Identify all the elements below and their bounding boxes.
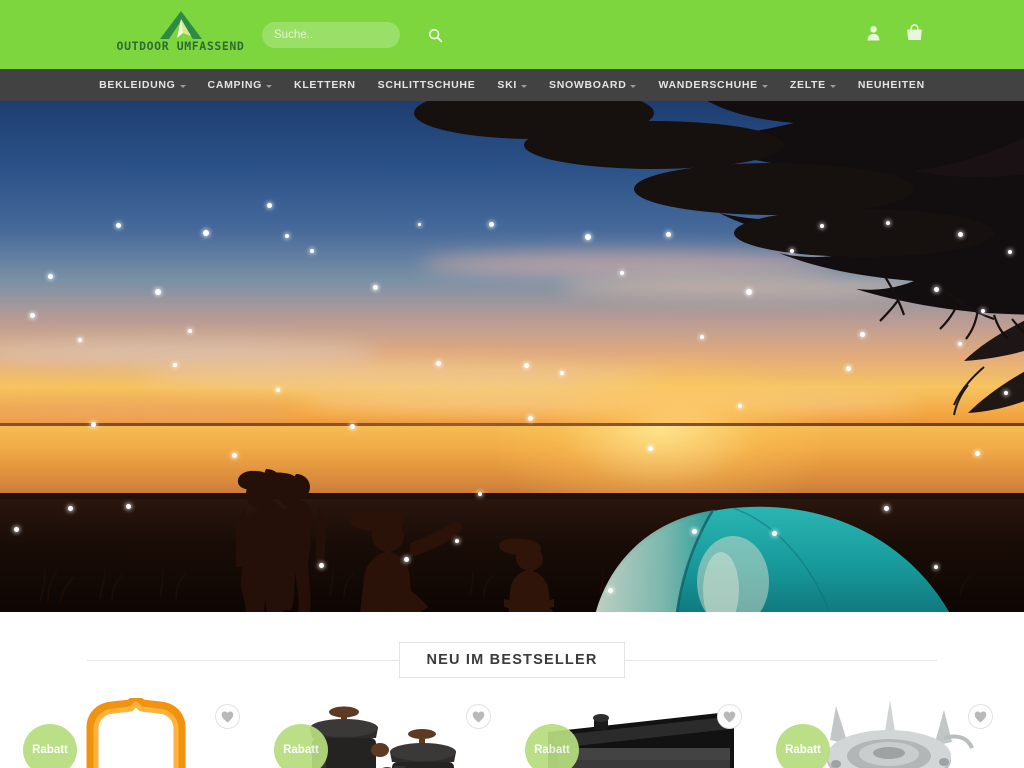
nav-item-ski[interactable]: SKI [486,69,538,101]
search-box[interactable] [262,22,443,48]
nav-label: SNOWBOARD [549,79,627,91]
shopping-bag-icon [907,24,922,41]
wishlist-button[interactable] [717,704,742,729]
nav-item-camping[interactable]: CAMPING [197,69,283,101]
product-card[interactable]: Rabatt [266,698,507,768]
nav-item-klettern[interactable]: KLETTERN [283,69,367,101]
chevron-down-icon [761,84,768,88]
discount-badge: Rabatt [274,724,328,768]
chevron-down-icon [179,84,186,88]
chevron-down-icon [630,84,637,88]
nav-label: SCHLITTSCHUHE [377,79,476,91]
chevron-down-icon [521,84,528,88]
section-title: NEU IM BESTSELLER [399,642,625,678]
search-button[interactable] [428,22,443,48]
nav-label: WANDERSCHUHE [658,79,758,91]
divider-left [87,659,400,661]
nav-label: NEUHEITEN [857,79,925,91]
heart-icon [974,711,987,722]
orange-camping-lantern-icon [86,698,185,768]
wishlist-button[interactable] [466,704,491,729]
product-card[interactable]: Rabatt [768,698,1009,768]
silhouette-crouching-person [349,510,463,612]
heart-icon [221,711,234,722]
main-navigation: BEKLEIDUNG CAMPING KLETTERN SCHLITTSCHUH… [0,69,1024,101]
site-logo[interactable]: OUTDOOR UMFASSEND [113,10,248,58]
search-input[interactable] [262,29,428,41]
product-grid: Rabatt Rabatt Rabatt Rabatt [0,698,1024,768]
nav-item-snowboard[interactable]: SNOWBOARD [538,69,647,101]
nav-label: BEKLEIDUNG [99,79,176,91]
nav-item-zelte[interactable]: ZELTE [779,69,847,101]
nav-label: ZELTE [789,79,826,91]
discount-badge: Rabatt [525,724,579,768]
nav-items: BEKLEIDUNG CAMPING KLETTERN SCHLITTSCHUH… [88,69,936,101]
silhouette-adult-with-child [236,469,326,612]
logo-wordmark: OUTDOOR UMFASSEND [116,39,245,53]
site-header: OUTDOOR UMFASSEND [0,0,1024,69]
chevron-down-icon [266,84,273,88]
section-header: NEU IM BESTSELLER [0,642,1024,678]
nav-item-schlittschuhe[interactable]: SCHLITTSCHUHE [367,69,487,101]
nav-label: CAMPING [207,79,263,91]
nav-item-neuheiten[interactable]: NEUHEITEN [847,69,936,101]
discount-badge: Rabatt [776,724,830,768]
hero-banner[interactable] [0,101,1024,612]
cart-button[interactable] [905,24,924,41]
header-icon-group [866,24,924,41]
divider-right [624,659,937,661]
mountain-logo-icon [159,11,202,39]
camping-tent [595,506,949,612]
search-icon [428,28,443,42]
nav-label: KLETTERN [294,79,356,91]
wishlist-button[interactable] [215,704,240,729]
discount-badge: Rabatt [23,724,77,768]
heart-icon [723,711,736,722]
product-card[interactable]: Rabatt [15,698,256,768]
nav-label: SKI [497,79,518,91]
silhouette-seated-child [498,538,554,612]
account-button[interactable] [866,25,881,41]
chevron-down-icon [829,84,836,88]
product-card[interactable]: Rabatt [517,698,758,768]
nav-item-wanderschuhe[interactable]: WANDERSCHUHE [647,69,778,101]
wishlist-button[interactable] [968,704,993,729]
user-icon [867,25,880,40]
heart-icon [472,711,485,722]
bestseller-section: NEU IM BESTSELLER Rabatt Rabatt Rabatt R… [0,612,1024,768]
nav-item-bekleidung[interactable]: BEKLEIDUNG [88,69,196,101]
